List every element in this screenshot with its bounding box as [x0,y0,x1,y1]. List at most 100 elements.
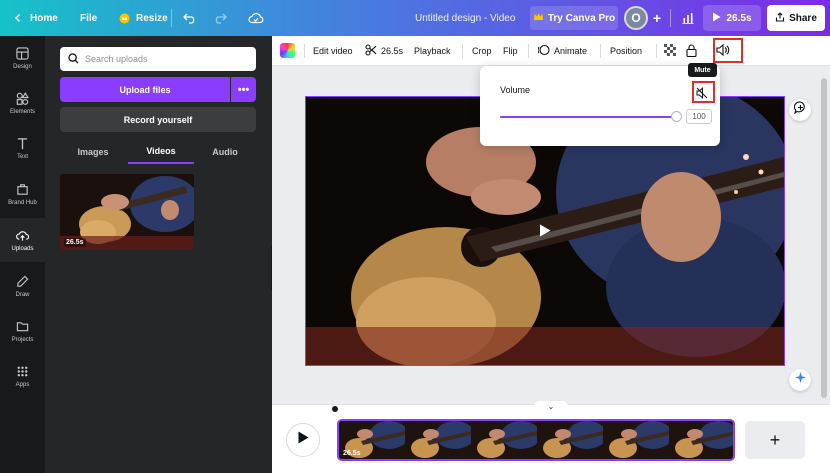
add-clip-button[interactable]: + [745,421,805,459]
timeline-play-button[interactable] [286,423,320,457]
layout-icon [16,46,29,60]
shapes-icon [16,91,29,105]
trim-button[interactable]: 26.5s [365,36,403,66]
edit-video-label: Edit video [313,46,353,56]
nav-item-apps[interactable]: Apps [0,354,45,398]
cloud-save-button[interactable] [248,0,264,36]
volume-highlight-box [713,38,743,63]
avatar[interactable]: O [624,6,648,30]
play-icon [297,431,309,449]
canvas-scrollbar[interactable] [821,78,827,398]
color-picker-swatch[interactable] [280,43,295,58]
comment-add-icon [793,101,807,119]
undo-button[interactable] [182,0,198,36]
animate-icon [537,44,550,58]
search-input[interactable]: Search uploads [60,47,256,71]
upload-more-button[interactable]: ••• [231,77,256,102]
home-button[interactable]: Home [10,0,58,36]
transparency-button[interactable] [664,36,676,66]
comment-button[interactable] [789,99,811,121]
plus-icon: + [652,10,662,26]
crop-label: Crop [472,46,492,56]
clip-duration: 26.5s [343,450,361,457]
left-nav: Design Elements Text Brand Hub Uploads D… [0,36,45,473]
animate-label: Animate [554,46,588,56]
thumbnail-duration: 26.5s [64,238,86,247]
nav-label: Design [13,63,32,70]
search-icon [68,52,79,66]
resize-button[interactable]: Resize [116,0,168,36]
search-placeholder: Search uploads [85,54,148,64]
volume-slider-handle[interactable] [671,111,682,122]
tab-videos[interactable]: Videos [128,140,194,164]
uploads-panel: Search uploads Upload files ••• Record y… [45,36,272,473]
edit-video-button[interactable]: Edit video [313,36,353,66]
nav-label: Projects [11,336,34,343]
upload-files-button[interactable]: Upload files [60,77,230,102]
play-icon [539,224,551,242]
add-people-button[interactable]: + [650,6,664,30]
animate-button[interactable]: Animate [537,36,588,66]
nav-item-draw[interactable]: Draw [0,264,45,308]
undo-icon [182,10,198,26]
brand-icon [17,183,28,195]
lock-icon [686,43,697,59]
volume-label: Volume [500,85,531,95]
nav-item-elements[interactable]: Elements [0,81,45,125]
home-label: Home [30,12,58,24]
volume-value-input[interactable]: 100 [686,109,712,124]
scissors-icon [365,44,377,58]
video-play-overlay[interactable] [536,224,554,242]
share-button[interactable]: Share [767,5,825,31]
magic-assistant-button[interactable] [789,369,811,391]
timeline-clip[interactable]: 26.5s [337,419,735,461]
checkerboard-icon [664,44,676,58]
design-title[interactable]: Untitled design - Video [415,0,515,36]
mute-highlight-box [692,81,715,103]
nav-label: Elements [9,108,35,115]
nav-label: Brand Hub [8,199,37,206]
redo-icon [212,10,228,26]
share-label: Share [789,12,817,24]
nav-label: Text [16,153,28,160]
timeline-playhead[interactable] [332,406,338,412]
insights-button[interactable] [680,0,696,36]
nav-label: Uploads [11,245,34,252]
crop-button[interactable]: Crop [472,36,492,66]
present-button[interactable]: 26.5s [703,5,761,31]
position-label: Position [610,46,643,56]
chevron-down-icon: ⌄ [547,401,555,411]
text-icon [17,137,28,149]
play-icon [712,12,721,25]
present-duration: 26.5s [726,12,752,24]
tab-audio[interactable]: Audio [192,140,258,164]
sparkle-icon [794,371,807,389]
folder-icon [16,321,29,331]
playback-button[interactable]: Playback [414,36,451,66]
nav-item-uploads[interactable]: Uploads [0,218,45,262]
redo-button[interactable] [212,0,228,36]
clip-filmstrip-image [339,421,733,459]
video-thumbnail[interactable]: 26.5s [60,174,194,250]
nav-item-brand-hub[interactable]: Brand Hub [0,172,45,216]
try-pro-label: Try Canva Pro [547,12,616,24]
playback-label: Playback [414,46,451,56]
nav-label: Draw [15,291,30,298]
tab-images[interactable]: Images [60,140,126,164]
lock-button[interactable] [686,36,697,66]
volume-popup: Volume 100 [480,66,720,146]
nav-item-projects[interactable]: Projects [0,309,45,353]
trim-duration: 26.5s [381,46,404,56]
try-canva-pro-button[interactable]: Try Canva Pro [530,6,618,30]
file-label: File [80,12,98,24]
record-yourself-button[interactable]: Record yourself [60,107,256,132]
resize-label: Resize [136,12,168,24]
top-bar: Home File Resize Untitled design - Video… [0,0,830,36]
nav-item-design[interactable]: Design [0,36,45,80]
volume-slider-track[interactable] [500,116,676,118]
flip-button[interactable]: Flip [503,36,518,66]
position-button[interactable]: Position [610,36,642,66]
file-menu[interactable]: File [80,0,97,36]
nav-item-text[interactable]: Text [0,126,45,170]
timeline-toggle[interactable]: ⌄ [534,401,568,411]
